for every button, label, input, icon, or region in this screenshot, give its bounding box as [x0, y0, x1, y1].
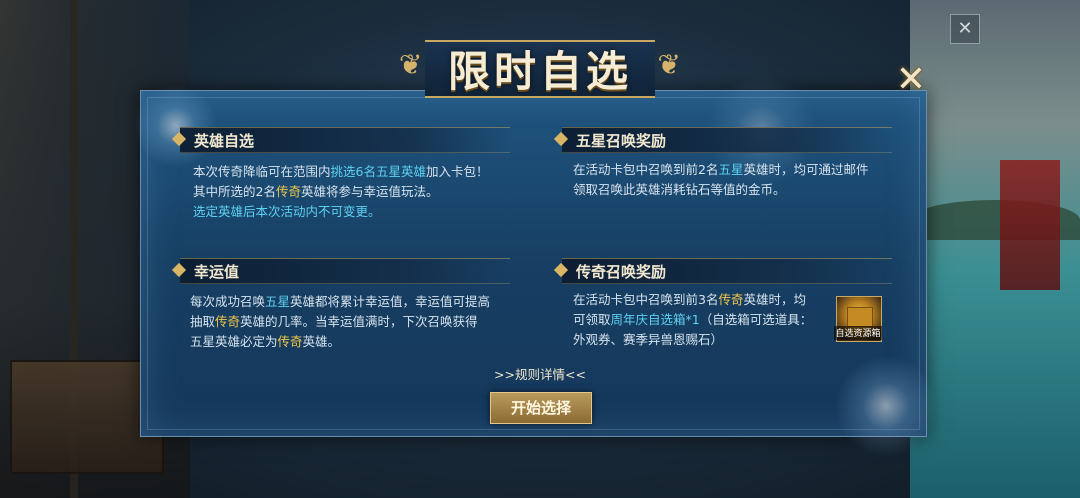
- text-line: 五星英雄必定为传奇英雄。: [190, 334, 341, 349]
- top-right-close-icon[interactable]: ✕: [950, 14, 980, 44]
- section-body-five-star-reward: 在活动卡包中召唤到前2名五星英雄时，均可通过邮件 领取召唤此英雄消耗钻石等值的金…: [573, 160, 903, 200]
- section-title: 英雄自选: [194, 132, 255, 150]
- text-line: 抽取传奇英雄的几率。当幸运值满时，下次召唤获得: [190, 314, 478, 329]
- section-header-five-star-reward: 五星召唤奖励: [553, 127, 892, 153]
- section-title: 五星召唤奖励: [576, 132, 667, 150]
- item-label: 自选资源箱: [834, 326, 882, 340]
- mast: [70, 0, 78, 498]
- section-title: 幸运值: [194, 263, 240, 281]
- text-line: 每次成功召唤五星英雄都将累计幸运值，幸运值可提高: [190, 294, 491, 309]
- text-line: 其中所选的2名传奇英雄将参与幸运值玩法。: [193, 184, 439, 199]
- section-header-luck: 幸运值: [171, 258, 510, 284]
- firework-decoration: [131, 81, 221, 171]
- close-icon[interactable]: ✕: [892, 62, 930, 98]
- title-banner: ❦ ❦ 限时自选: [395, 30, 685, 102]
- text-line: 可领取周年庆自选箱*1（自选箱可选道具：: [573, 312, 813, 327]
- section-body-luck: 每次成功召唤五星英雄都将累计幸运值，幸运值可提高 抽取传奇英雄的几率。当幸运值满…: [190, 292, 535, 352]
- section-header-legend-reward: 传奇召唤奖励: [553, 258, 892, 284]
- text-line: 在活动卡包中召唤到前3名传奇英雄时，均: [573, 292, 806, 307]
- section-body-hero-select: 本次传奇降临可在范围内挑选6名五星英雄加入卡包！ 其中所选的2名传奇英雄将参与幸…: [193, 162, 533, 222]
- firework-decoration: [831, 351, 941, 461]
- section-header-hero-select: 英雄自选: [171, 127, 510, 153]
- rules-details-link[interactable]: >>规则详情<<: [490, 364, 590, 383]
- chest-shape: [847, 307, 873, 327]
- background-harbor: ✕: [910, 0, 1080, 498]
- section-body-legend-reward: 在活动卡包中召唤到前3名传奇英雄时，均 可领取周年庆自选箱*1（自选箱可选道具：…: [573, 290, 833, 350]
- start-select-button[interactable]: 开始选择: [490, 392, 592, 424]
- text-line: 在活动卡包中召唤到前2名五星英雄时，均可通过邮件: [573, 162, 869, 177]
- text-line: 外观券、赛季异兽恩赐石）: [573, 332, 724, 347]
- section-title: 传奇召唤奖励: [576, 263, 667, 281]
- text-line: 本次传奇降临可在范围内挑选6名五星英雄加入卡包！: [193, 164, 489, 179]
- text-line: 领取召唤此英雄消耗钻石等值的金币。: [573, 182, 786, 197]
- warning-text: 选定英雄后本次活动内不可变更。: [193, 204, 381, 219]
- island: [910, 200, 1080, 240]
- red-sail: [1000, 160, 1060, 290]
- page-title: 限时自选: [447, 47, 632, 96]
